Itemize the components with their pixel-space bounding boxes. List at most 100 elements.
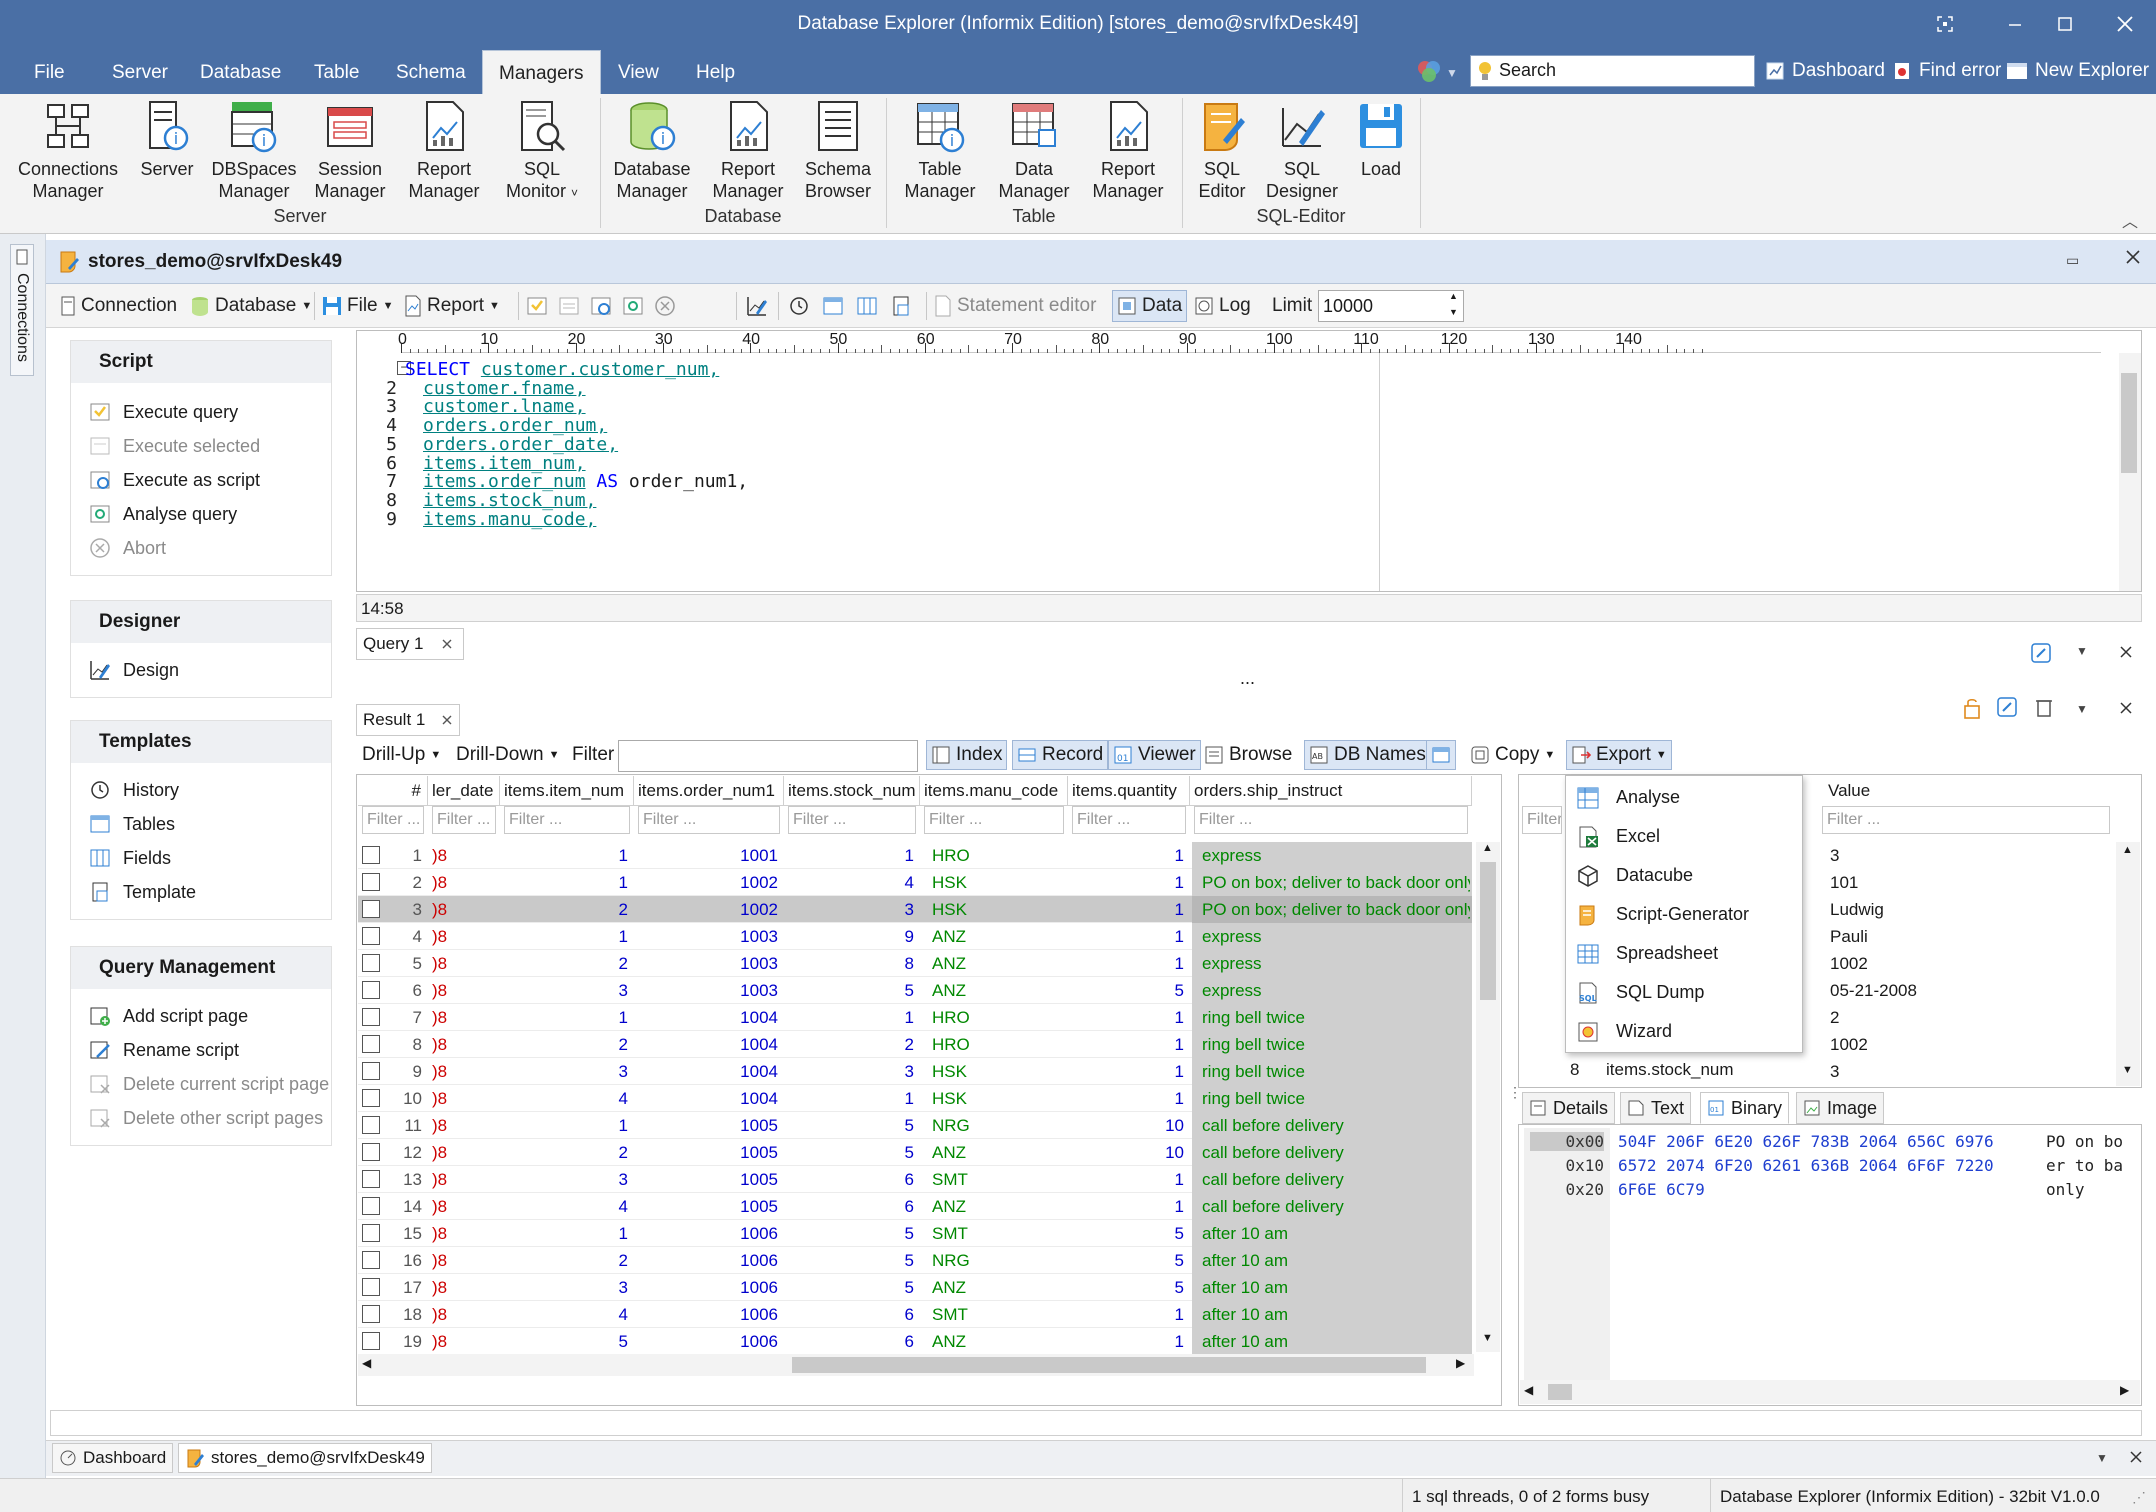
export-spreadsheet-item[interactable]: Spreadsheet: [1566, 934, 1802, 973]
result-tab[interactable]: Result 1: [356, 704, 460, 736]
column-header[interactable]: items.manu_code: [920, 776, 1068, 806]
dock-icon[interactable]: ▭: [2066, 252, 2079, 269]
search-field[interactable]: Search: [1470, 55, 1755, 87]
execute-query-item[interactable]: Execute query: [71, 395, 331, 429]
report-dropdown[interactable]: Report ▼: [404, 290, 500, 322]
execute-toolbar-button[interactable]: [526, 290, 548, 322]
history-toolbar-button[interactable]: [788, 290, 810, 322]
fullscreen-button[interactable]: [1920, 0, 1970, 48]
row-checkbox[interactable]: [362, 1251, 380, 1269]
row-checkbox[interactable]: [362, 1116, 380, 1134]
report-manager-button[interactable]: Report Manager: [402, 98, 486, 202]
hex-bytes[interactable]: 504F 206F 6E20 626F 783B 2064 656C 6976: [1618, 1132, 1994, 1151]
menu-managers[interactable]: Managers: [482, 50, 601, 94]
spin-down-icon[interactable]: ▼: [1449, 307, 1458, 317]
column-filter-input[interactable]: Filter ...: [1194, 806, 1468, 834]
db-names-button[interactable]: AB DB Names: [1304, 740, 1431, 770]
rename-script-item[interactable]: Rename script: [71, 1033, 331, 1067]
menu-file[interactable]: File: [34, 50, 65, 94]
close-tab-icon[interactable]: [2128, 1449, 2144, 1465]
menu-schema[interactable]: Schema: [396, 50, 466, 94]
splitter-grip[interactable]: ...: [1240, 668, 1255, 689]
abort-item[interactable]: Abort: [71, 531, 331, 565]
session-manager-button[interactable]: Session Manager: [308, 98, 392, 202]
menu-view[interactable]: View: [618, 50, 659, 94]
column-filter-input[interactable]: Filter ...: [788, 806, 916, 834]
database-manager-button[interactable]: i Database Manager: [606, 98, 698, 202]
column-header[interactable]: items.order_num1: [634, 776, 784, 806]
row-checkbox[interactable]: [362, 900, 380, 918]
menu-table[interactable]: Table: [314, 50, 359, 94]
drill-up-dropdown[interactable]: Drill-Up ▼: [362, 740, 441, 770]
export-datacube-item[interactable]: Datacube: [1566, 856, 1802, 895]
close-query-icon[interactable]: [2118, 644, 2134, 660]
log-toggle-button[interactable]: Log: [1194, 290, 1251, 322]
export-analyse-item[interactable]: Analyse: [1566, 778, 1802, 817]
execute-as-script-item[interactable]: Execute as script: [71, 463, 331, 497]
export-sql-dump-item[interactable]: SQL SQL Dump: [1566, 973, 1802, 1012]
record-filter-field[interactable]: Filter: [1522, 806, 1562, 834]
file-dropdown[interactable]: File ▼: [322, 290, 394, 322]
execute-selected-toolbar-button[interactable]: [558, 290, 580, 322]
statement-editor-button[interactable]: Statement editor: [934, 290, 1096, 322]
tabs-dropdown-icon[interactable]: ▼: [2096, 1451, 2108, 1465]
template-item[interactable]: Template: [71, 875, 331, 909]
copy-dropdown[interactable]: Copy ▼: [1470, 740, 1555, 770]
design-item[interactable]: Design: [71, 653, 331, 687]
stores-demo-tab[interactable]: stores_demo@srvIfxDesk49: [178, 1443, 432, 1473]
edit-icon[interactable]: [2030, 642, 2052, 664]
column-header[interactable]: items.quantity: [1068, 776, 1190, 806]
theme-dropdown-icon[interactable]: ▼: [1446, 66, 1458, 80]
tables-toolbar-button[interactable]: [822, 290, 844, 322]
grid-vertical-scrollbar[interactable]: ▲ ▼: [1476, 842, 1500, 1352]
collapse-ribbon-icon[interactable]: ︿: [2122, 208, 2138, 232]
row-checkbox[interactable]: [362, 873, 380, 891]
row-checkbox[interactable]: [362, 981, 380, 999]
row-checkbox[interactable]: [362, 1035, 380, 1053]
sql-editor[interactable]: 0 10 20 30 40 50 60 70 80 90 100 110 120 130 140 − SEL…: [356, 330, 2142, 592]
spin-up-icon[interactable]: ▲: [1449, 291, 1458, 301]
limit-spinner[interactable]: 10000 ▲ ▼: [1318, 290, 1464, 322]
column-header[interactable]: items.stock_num: [784, 776, 920, 806]
connections-sidebar-tab[interactable]: Connections: [10, 244, 34, 376]
text-tab[interactable]: Text: [1620, 1092, 1692, 1124]
layout-button[interactable]: [1426, 740, 1456, 770]
data-toggle-button[interactable]: Data: [1112, 290, 1188, 322]
sql-editor-button[interactable]: SQL Editor: [1188, 98, 1256, 202]
lock-icon[interactable]: [1962, 696, 1982, 720]
column-header[interactable]: #: [358, 776, 428, 806]
row-checkbox[interactable]: [362, 1305, 380, 1323]
delete-other-pages-item[interactable]: Delete other script pages: [71, 1101, 331, 1135]
add-script-page-item[interactable]: Add script page: [71, 999, 331, 1033]
editor-scrollbar[interactable]: [2119, 353, 2141, 591]
schema-browser-button[interactable]: Schema Browser: [798, 98, 878, 202]
dashboard-button[interactable]: Dashboard: [1765, 56, 1885, 86]
theme-icon[interactable]: [1416, 58, 1442, 84]
row-checkbox[interactable]: [362, 927, 380, 945]
tables-item[interactable]: Tables: [71, 807, 331, 841]
image-tab[interactable]: Image: [1796, 1092, 1885, 1124]
report-manager-db-button[interactable]: Report Manager: [706, 98, 790, 202]
export-excel-item[interactable]: Excel: [1566, 817, 1802, 856]
code-line[interactable]: items.manu_code,: [423, 509, 596, 530]
column-filter-input[interactable]: Filter ...: [432, 806, 496, 834]
server-button[interactable]: i Server: [132, 98, 202, 180]
row-checkbox[interactable]: [362, 954, 380, 972]
details-tab[interactable]: Details: [1522, 1092, 1616, 1124]
fields-toolbar-button[interactable]: [856, 290, 878, 322]
database-dropdown[interactable]: Database ▼: [190, 290, 312, 322]
query-tab[interactable]: Query 1: [356, 628, 464, 660]
execute-script-toolbar-button[interactable]: [590, 290, 612, 322]
report-manager-table-button[interactable]: Report Manager: [1086, 98, 1170, 202]
maximize-button[interactable]: [2040, 0, 2090, 48]
analyse-query-item[interactable]: Analyse query: [71, 497, 331, 531]
dashboard-tab[interactable]: Dashboard: [52, 1443, 174, 1473]
column-header[interactable]: items.item_num: [500, 776, 634, 806]
connections-manager-button[interactable]: Connections Manager: [14, 98, 122, 202]
close-result-icon[interactable]: [2118, 700, 2134, 716]
hex-bytes[interactable]: 6572 2074 6F20 6261 636B 2064 6F6F 7220: [1618, 1156, 1994, 1175]
browse-button[interactable]: Browse: [1204, 740, 1292, 770]
fields-item[interactable]: Fields: [71, 841, 331, 875]
row-checkbox[interactable]: [362, 1224, 380, 1242]
close-window-button[interactable]: [2100, 0, 2150, 48]
